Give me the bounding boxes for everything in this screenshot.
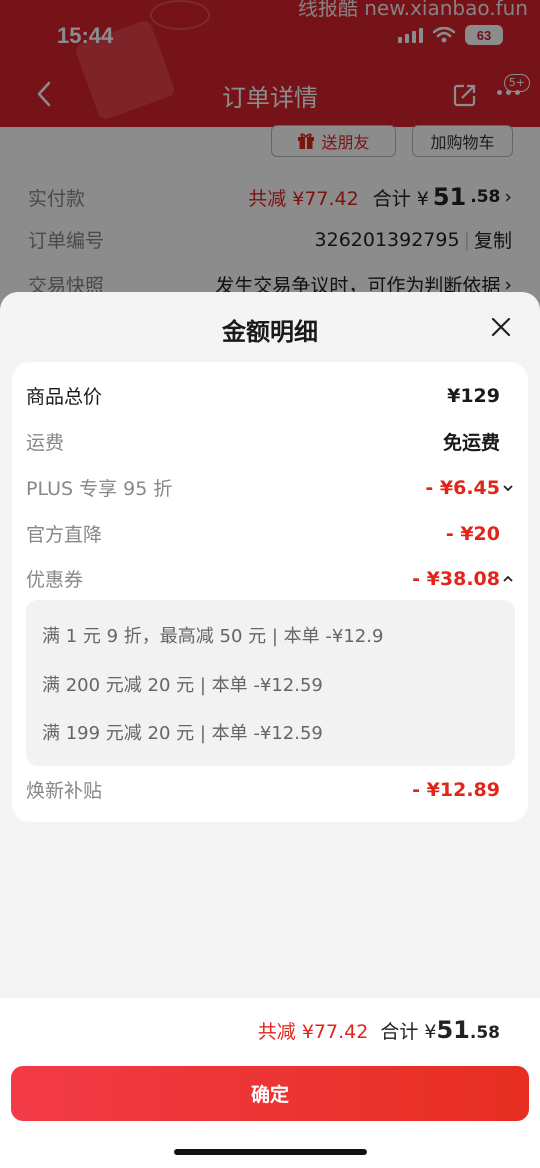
coupon-item: 满 200 元减 20 元 | 本单 -¥12.59: [42, 675, 323, 696]
plus-discount-value: - ¥6.45: [425, 476, 500, 499]
coupon-item: 满 199 元减 20 元 | 本单 -¥12.59: [42, 723, 323, 744]
shipping-label: 运费: [26, 432, 65, 454]
shipping-value: 免运费: [442, 432, 500, 454]
chevron-down-icon[interactable]: [502, 482, 514, 494]
chevron-up-icon[interactable]: [502, 573, 514, 585]
footer-total: 共减 ¥77.42 合计 ¥51.58: [258, 1016, 500, 1044]
coupon-value-wrap: - ¥38.08: [412, 567, 513, 590]
subtotal-row: 商品总价 ¥129: [26, 382, 500, 409]
coupon-label: 优惠券: [26, 569, 84, 591]
official-discount-label: 官方直降: [26, 524, 103, 546]
subsidy-label: 焕新补贴: [26, 780, 103, 802]
confirm-button[interactable]: 确定: [11, 1066, 529, 1121]
amount-card: 商品总价 ¥129 运费 免运费 PLUS 专享 95 折 - ¥6.45 官方…: [12, 362, 528, 822]
shipping-row: 运费 免运费: [26, 428, 500, 455]
footer-total-dec: .58: [469, 1023, 500, 1043]
sheet-footer: 共减 ¥77.42 合计 ¥51.58 确定: [0, 998, 540, 1168]
plus-discount-label: PLUS 专享 95 折: [26, 478, 173, 500]
plus-discount-value-wrap: - ¥6.45: [425, 476, 513, 499]
subsidy-row: 焕新补贴 - ¥12.89: [26, 776, 500, 803]
coupon-details: 满 1 元 9 折，最高减 50 元 | 本单 -¥12.9 满 200 元减 …: [26, 600, 515, 766]
close-icon[interactable]: [490, 316, 512, 338]
plus-discount-row[interactable]: PLUS 专享 95 折 - ¥6.45: [26, 474, 513, 501]
footer-total-prefix: 合计 ¥: [380, 1021, 437, 1043]
coupon-item: 满 1 元 9 折，最高减 50 元 | 本单 -¥12.9: [42, 626, 384, 647]
official-discount-row: 官方直降 - ¥20: [26, 520, 500, 547]
home-indicator: [174, 1149, 367, 1155]
sheet-title: 金额明细: [222, 318, 318, 346]
subtotal-value: ¥129: [447, 384, 500, 407]
footer-sum: 合计 ¥51.58: [380, 1016, 500, 1044]
footer-total-int: 51: [436, 1016, 470, 1044]
coupon-value: - ¥38.08: [412, 567, 500, 590]
footer-discount: 共减 ¥77.42: [257, 1021, 369, 1043]
subsidy-value: - ¥12.89: [412, 778, 500, 801]
subtotal-label: 商品总价: [26, 386, 103, 408]
coupon-row[interactable]: 优惠券 - ¥38.08: [26, 565, 513, 592]
official-discount-value: - ¥20: [445, 522, 500, 545]
